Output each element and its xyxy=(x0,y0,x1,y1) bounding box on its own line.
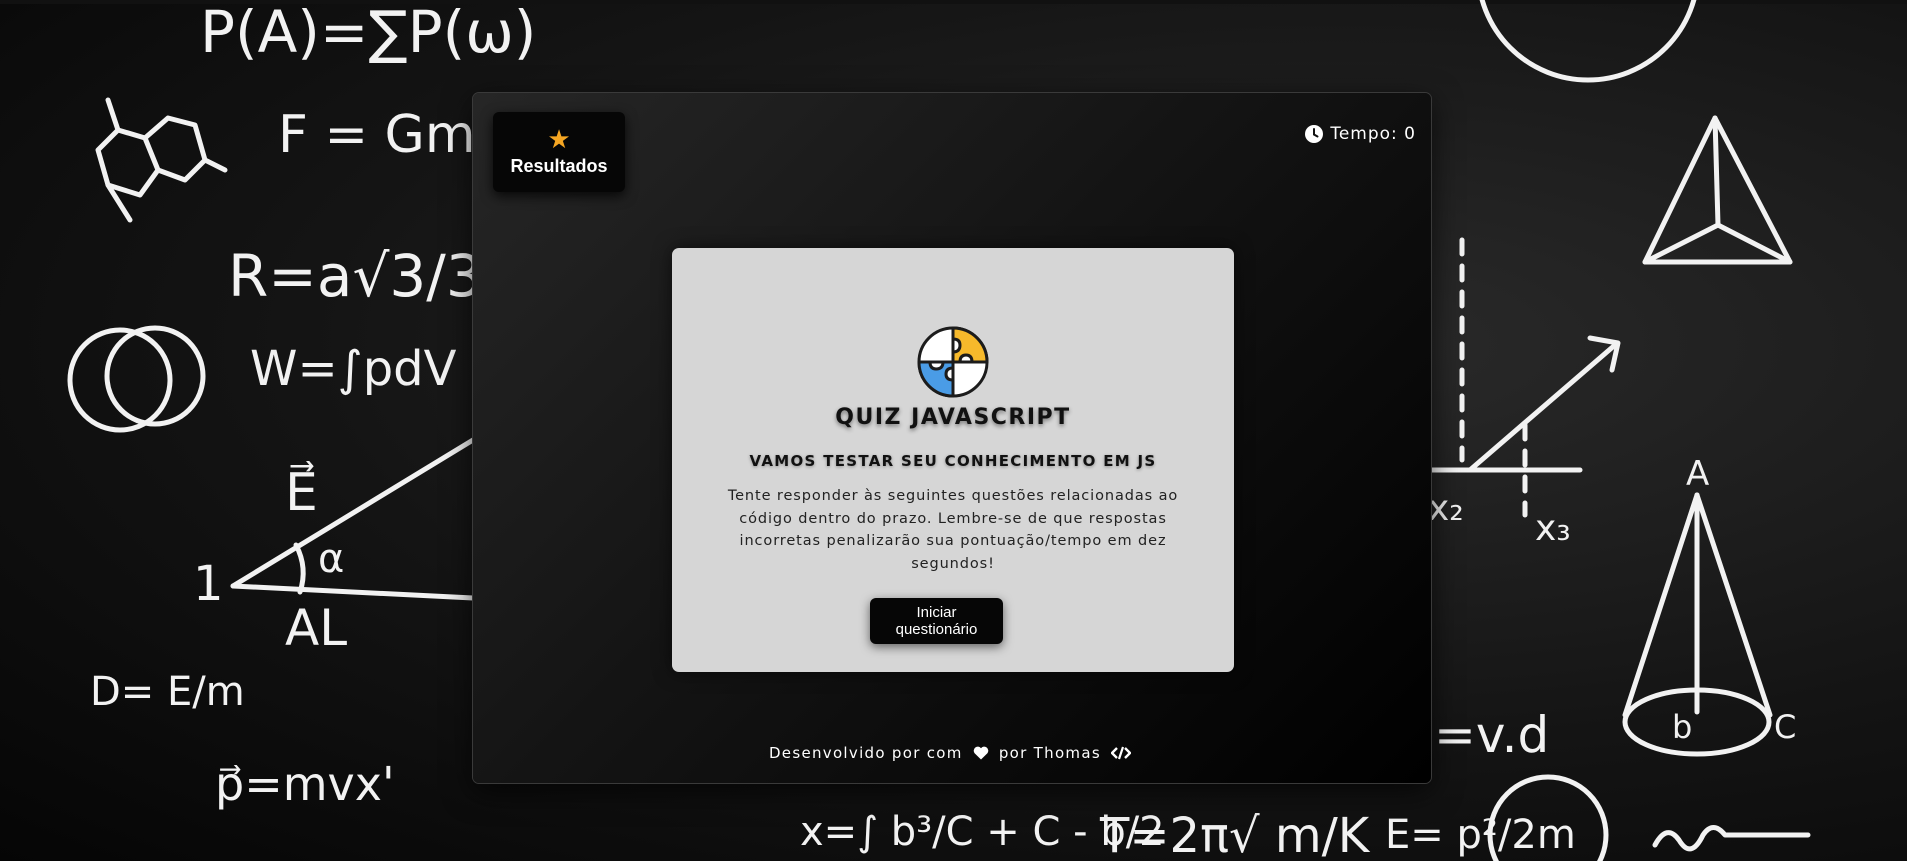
quiz-subtitle: VAMOS TESTAR SEU CONHECIMENTO EM JS xyxy=(749,452,1157,470)
formula-velocity: =v.d xyxy=(1434,706,1549,764)
formula-alpha: α xyxy=(318,536,344,582)
formula-x3: x₃ xyxy=(1535,508,1571,549)
quiz-panel: ★ Resultados Tempo: 0 QUIZ JAVASCRIPT VA… xyxy=(473,93,1431,783)
start-quiz-button[interactable]: Iniciar questionário xyxy=(870,598,1003,644)
formula-al: AL xyxy=(285,599,347,657)
tetrahedron-drawing xyxy=(1642,115,1793,265)
intro-card: QUIZ JAVASCRIPT VAMOS TESTAR SEU CONHECI… xyxy=(672,248,1234,672)
formula-radius: R=a√3/3, xyxy=(228,242,501,310)
timer-value: 0 xyxy=(1404,124,1416,144)
timer-text: Tempo: 0 xyxy=(1330,124,1416,144)
formula-a: A xyxy=(1686,454,1709,494)
puzzle-icon xyxy=(917,326,989,398)
graph-drawing xyxy=(1428,237,1621,518)
venn-diagram xyxy=(67,325,206,433)
formula-one: 1 xyxy=(193,556,224,612)
cone-drawing xyxy=(1622,492,1773,757)
formula-energy: E= p²/2m xyxy=(1385,812,1576,858)
formula-work: W=∫pdV xyxy=(250,341,457,397)
star-icon: ★ xyxy=(547,125,571,155)
clock-icon xyxy=(1305,125,1324,143)
formula-b: b xyxy=(1672,708,1692,746)
formula-x2: x₂ xyxy=(1428,488,1464,529)
molecule-drawing xyxy=(95,97,228,223)
formula-c: C xyxy=(1774,708,1796,746)
formula-probability: P(A)=∑P(ω) xyxy=(200,0,536,66)
footer: Desenvolvido por com por Thomas xyxy=(473,744,1431,762)
results-label: Resultados xyxy=(510,156,608,176)
heart-icon xyxy=(973,746,989,760)
quiz-description: Tente responder às seguintes questões re… xyxy=(727,488,1179,572)
footer-text-after: por Thomas xyxy=(998,744,1101,762)
footer-text-before: Desenvolvido por com xyxy=(768,744,963,762)
circle-drawing xyxy=(1479,0,1697,83)
quiz-title: QUIZ JAVASCRIPT xyxy=(835,405,1071,430)
angle-drawing xyxy=(230,437,476,601)
timer: Tempo: 0 xyxy=(1305,124,1416,144)
formula-vector-e: E⃗ xyxy=(285,461,318,523)
formula-period: T=2π√ m/K xyxy=(1099,808,1371,861)
wave-drawing xyxy=(1652,825,1811,852)
formula-density: D= E/m xyxy=(90,669,245,715)
timer-label: Tempo: xyxy=(1330,124,1405,144)
code-icon xyxy=(1111,746,1132,760)
results-button[interactable]: ★ Resultados xyxy=(493,112,625,192)
formula-momentum: p⃗=mvx' xyxy=(215,757,395,811)
